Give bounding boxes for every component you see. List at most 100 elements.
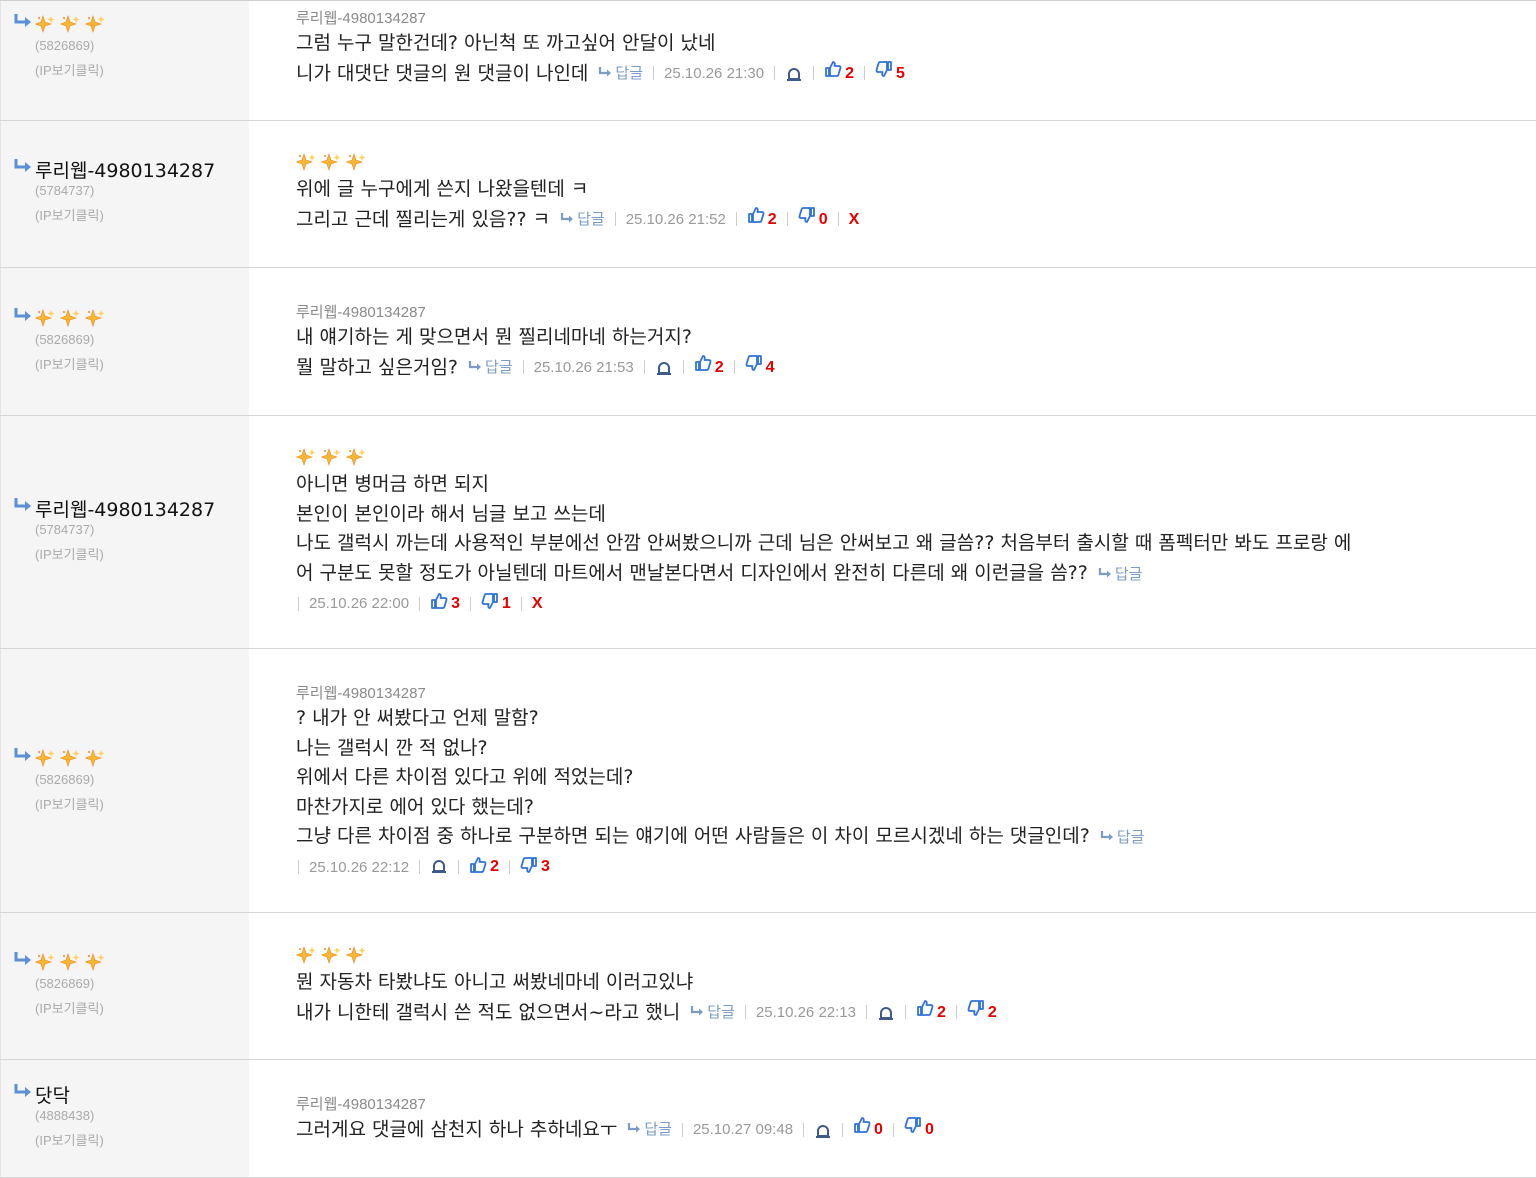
upvote-count: 3 [451,594,460,612]
divider [864,66,866,81]
sparkle-icon [59,15,81,33]
comment-text: 위에서 다른 차이점 있다고 위에 적었는데? [296,766,634,788]
downvote-button[interactable]: 4 [745,353,775,383]
comment-text: 나도 갤럭시 까는데 사용적인 부분에선 안깜 안써봤으니까 근데 님은 안써보… [296,532,1352,554]
sparkle-icon [295,448,317,466]
report-bell-icon[interactable] [430,858,448,876]
report-bell-icon[interactable] [814,1121,832,1139]
comment-date: 25.10.26 22:00 [309,595,410,612]
author-uid: (4888438) [35,1108,95,1123]
downvote-button[interactable]: 0 [798,205,828,235]
ip-view-link[interactable]: (IP보기클릭) [35,544,104,563]
thumbs-up-icon [916,998,937,1028]
downvote-button[interactable]: 3 [520,856,550,879]
reply-icon [560,205,577,235]
reply-button[interactable]: 답글 [1100,823,1144,853]
upvote-button[interactable]: 2 [469,856,499,879]
sparkle-icon [59,953,81,971]
divider [520,596,522,611]
upvote-button[interactable]: 2 [694,353,724,383]
divider [955,1005,957,1020]
downvote-button[interactable]: 2 [967,998,997,1028]
thumbs-up-icon [824,59,845,89]
sparkle-icon [345,153,367,171]
upvote-button[interactable]: 2 [824,59,854,89]
reply-button[interactable]: 답글 [1098,560,1142,590]
comment-item: (5826869) (IP보기클릭) 뭔 자동차 타봤냐도 아니고 써봤네마네 이러… [0,913,1536,1060]
downvote-button[interactable]: 0 [904,1115,934,1145]
sparkle-icon [320,946,342,964]
comment-text-line: 뭘 말하고 싶은거임? 답글 25.10.26 21:53 2 4 [296,353,1516,383]
upvote-count: 2 [490,858,499,875]
reply-button[interactable]: 답글 [468,353,513,383]
author-name[interactable]: 루리웹-4980134287 [35,495,215,522]
ip-view-link[interactable]: (IP보기클릭) [35,60,104,79]
thumbs-up-icon [853,1115,874,1145]
thumbs-down-icon [967,998,988,1028]
reply-label: 답글 [577,210,605,228]
sparkle-icon [84,749,106,767]
upvote-button[interactable]: 0 [853,1115,883,1145]
delete-button[interactable]: X [849,205,860,235]
sparkle-icon [295,946,317,964]
divider [837,212,839,227]
report-bell-icon[interactable] [785,64,803,82]
divider [735,212,737,227]
comment-date: 25.10.27 09:48 [692,1121,794,1138]
report-bell-icon[interactable] [877,1003,895,1021]
divider [892,1122,894,1137]
comment-body: 뭔 자동차 타봤냐도 아니고 써봤네마네 이러고있냐 내가 니한테 갤럭시 쓴 적… [295,946,1516,1028]
comment-author-panel: (5826869) (IP보기클릭) [0,649,249,912]
reply-button[interactable]: 답글 [690,998,735,1028]
comment-meta: 25.10.26 22:12 2 3 [296,856,550,879]
upvote-button[interactable]: 2 [747,205,777,235]
ip-view-link[interactable]: (IP보기클릭) [35,354,104,373]
comment-body: 루리웹-4980134287 그러게요 댓글에 삼천지 하나 추하네요ㅜ 답글 25.… [296,1093,1516,1145]
divider [470,596,471,611]
comment-meta-line: 25.10.26 22:00 3 1 X [296,589,1516,618]
comment-text: 그럼 누구 말한건데? 아닌척 또 까고싶어 안달이 났네 [296,32,716,54]
reply-button[interactable]: 답글 [627,1115,672,1145]
reply-target-name[interactable]: 루리웹-4980134287 [296,682,1516,704]
ip-view-link[interactable]: (IP보기클릭) [35,794,104,813]
sparkle-icon [34,309,56,327]
divider [803,1122,805,1137]
upvote-button[interactable]: 2 [916,998,946,1028]
upvote-button[interactable]: 3 [430,592,460,615]
ip-view-link[interactable]: (IP보기클릭) [35,998,104,1017]
reply-target-name[interactable]: 루리웹-4980134287 [296,301,1516,323]
sparkle-icon [320,448,342,466]
delete-button[interactable]: X [532,595,543,613]
divider [614,212,616,227]
reply-target-name[interactable]: 루리웹-4980134287 [296,1093,1516,1115]
comment-text-line: 그냥 다른 차이점 중 하나로 구분하면 되는 얘기에 어떤 사람들은 이 차이… [296,822,1516,853]
ip-view-link[interactable]: (IP보기클릭) [35,1130,104,1149]
reply-icon [1100,823,1117,853]
comment-meta: 답글 25.10.26 21:52 2 0 X [550,205,859,235]
reply-label: 답글 [485,358,513,376]
divider [865,1005,867,1020]
divider [419,596,421,611]
comment-body: 루리웹-4980134287 ? 내가 안 써봤다고 언제 말함? 나는 갤럭시 깐… [296,682,1516,882]
report-bell-icon[interactable] [655,358,673,376]
comment-text-line: 어 구분도 못할 정도가 아닐텐데 마트에서 맨날본다면서 디자인에서 완전히 … [296,559,1516,590]
downvote-button[interactable]: 1 [481,592,511,615]
reply-button[interactable]: 답글 [560,205,605,235]
comment-text: 위에 글 누구에게 쓴지 나왔을텐데 ㅋ [296,178,589,200]
downvote-count: 1 [502,594,511,612]
divider [298,860,299,874]
downvote-count: 5 [896,64,905,82]
upvote-count: 0 [874,1121,883,1138]
reply-target-name[interactable]: 루리웹-4980134287 [296,7,1516,29]
downvote-count: 0 [818,210,828,228]
author-name[interactable]: 닷닥 [35,1081,70,1108]
reply-button[interactable]: 답글 [598,59,643,89]
ip-view-link[interactable]: (IP보기클릭) [35,205,104,224]
downvote-button[interactable]: 5 [875,59,905,89]
sparkle-icons [295,153,1516,175]
thumbs-down-icon [520,856,541,879]
sparkle-icon [59,749,81,767]
sparkle-icon [84,309,106,327]
author-name[interactable]: 루리웹-4980134287 [35,156,215,183]
divider [653,66,655,81]
